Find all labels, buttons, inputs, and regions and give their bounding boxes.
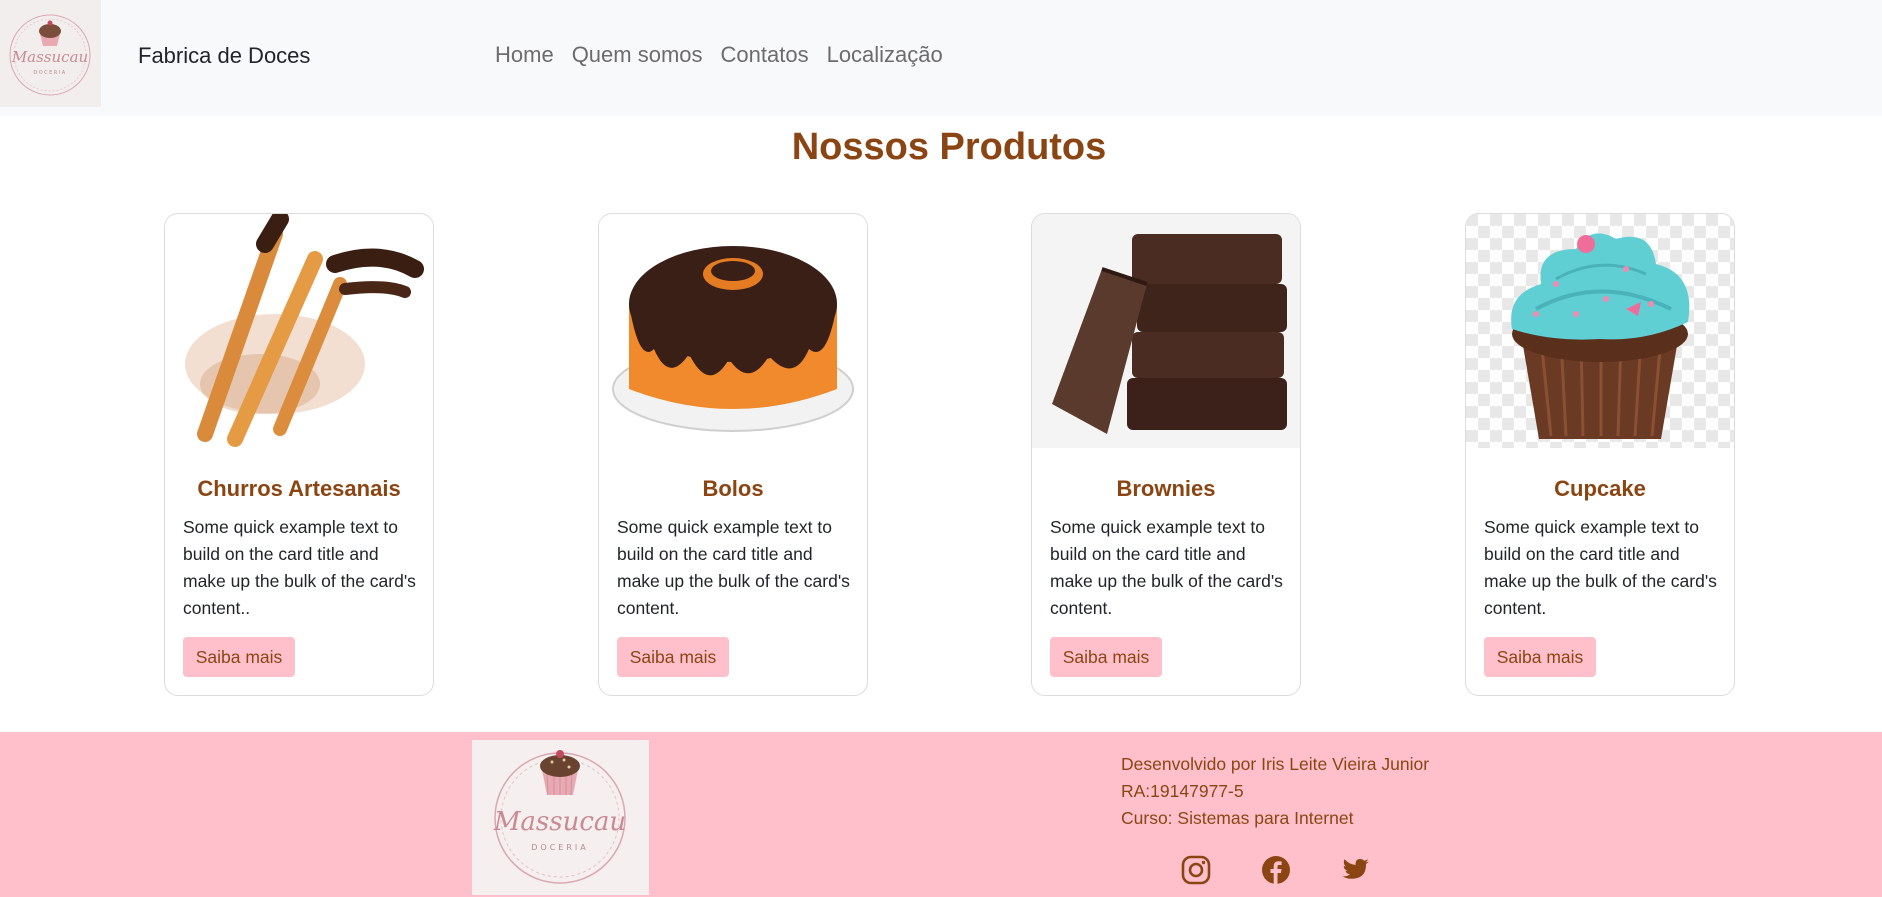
card-text: Some quick example text to build on the … xyxy=(617,517,850,618)
navbar-brand[interactable]: Fabrica de Doces xyxy=(138,43,310,69)
card-text: Some quick example text to build on the … xyxy=(183,517,416,618)
card-title: Brownies xyxy=(1116,476,1216,501)
footer: Massucau DOCERIA Desenvolvido por Iris L… xyxy=(0,732,1882,897)
product-card-bolos: Bolos Some quick example text to build o… xyxy=(598,213,868,696)
card-title: Cupcake xyxy=(1554,476,1646,501)
nav-logo-text: Massucau xyxy=(11,48,88,66)
product-card-churros: Churros Artesanais Some quick example te… xyxy=(164,213,434,696)
nav-link-quem-somos[interactable]: Quem somos xyxy=(572,42,703,68)
instagram-icon[interactable] xyxy=(1180,854,1212,886)
footer-logo-text: Massucau xyxy=(493,807,626,837)
saiba-mais-button[interactable]: Saiba mais xyxy=(617,637,729,677)
nav-links: Home Quem somos Contatos Localização xyxy=(486,42,952,68)
card-text: Some quick example text to build on the … xyxy=(1050,517,1283,618)
card-title: Churros Artesanais xyxy=(197,476,401,501)
product-card-cupcake: Cupcake Some quick example text to build… xyxy=(1465,213,1735,696)
card-title: Bolos xyxy=(702,476,764,501)
product-card-brownies: Brownies Some quick example text to buil… xyxy=(1031,213,1301,696)
saiba-mais-button[interactable]: Saiba mais xyxy=(1484,637,1596,677)
saiba-mais-button[interactable]: Saiba mais xyxy=(1050,637,1162,677)
nav-link-contatos[interactable]: Contatos xyxy=(721,42,809,68)
cupcake-image xyxy=(1466,214,1734,448)
page-title: Nossos Produtos xyxy=(791,126,1107,168)
nav-link-home[interactable]: Home xyxy=(495,42,554,68)
twitter-icon[interactable] xyxy=(1340,854,1372,886)
footer-logo-subtext: DOCERIA xyxy=(531,843,589,852)
churros-image xyxy=(165,214,433,448)
nav-link-localizacao[interactable]: Localização xyxy=(827,42,943,68)
nav-logo[interactable]: Massucau DOCERIA xyxy=(0,0,101,107)
facebook-icon[interactable] xyxy=(1260,854,1292,886)
saiba-mais-button[interactable]: Saiba mais xyxy=(183,637,295,677)
course-name: Curso: Sistemas para Internet xyxy=(1121,808,1354,828)
navbar: Massucau DOCERIA Fabrica de Doces Home Q… xyxy=(0,0,1882,116)
brownies-image xyxy=(1032,214,1300,448)
developer-credit: Desenvolvido por Iris Leite Vieira Junio… xyxy=(1121,754,1430,774)
nav-logo-subtext: DOCERIA xyxy=(33,70,66,76)
footer-logo: Massucau DOCERIA xyxy=(472,740,649,895)
card-text: Some quick example text to build on the … xyxy=(1484,517,1717,618)
footer-info: Desenvolvido por Iris Leite Vieira Junio… xyxy=(1121,751,1429,832)
ra-number: RA:19147977-5 xyxy=(1121,781,1244,801)
cake-image xyxy=(599,214,867,448)
